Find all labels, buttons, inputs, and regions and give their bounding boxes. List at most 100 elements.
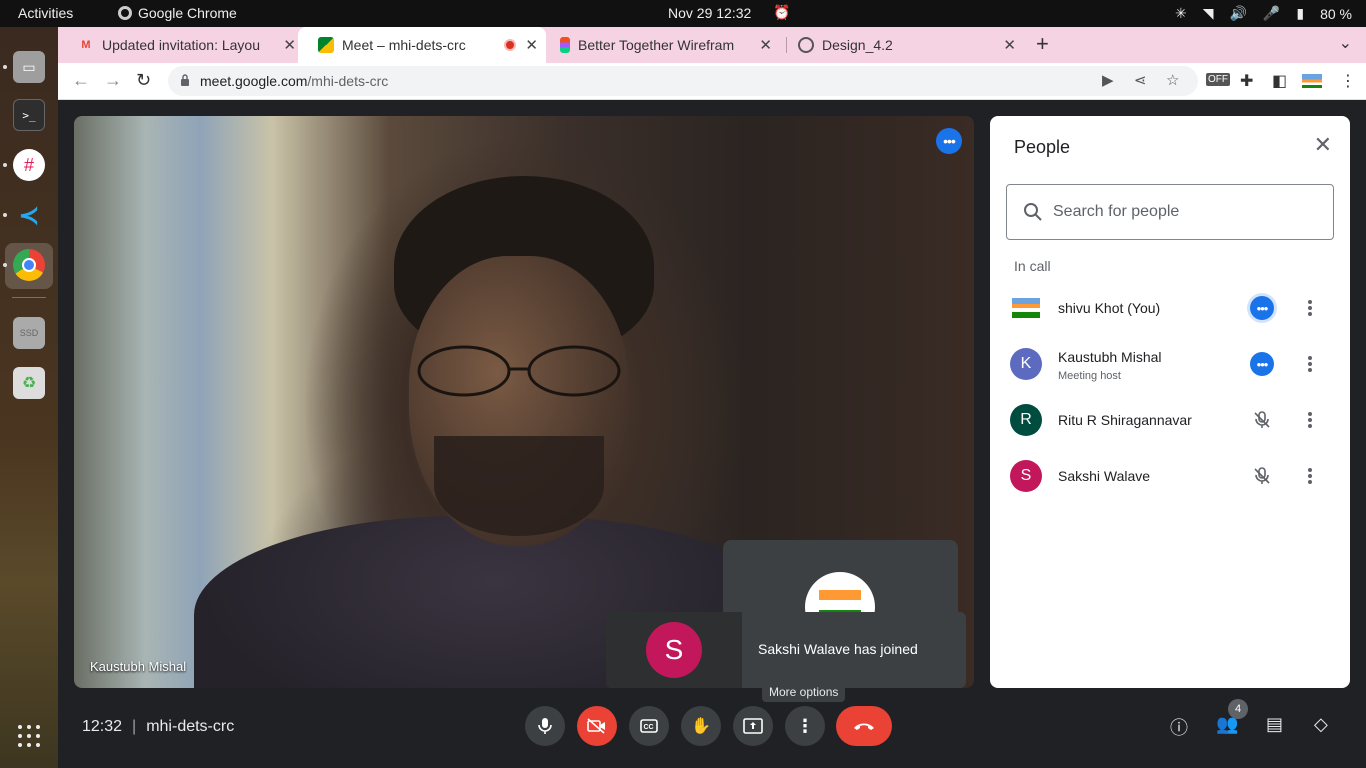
captions-icon: CC	[640, 719, 658, 733]
address-bar[interactable]: meet.google.com/mhi-dets-crc ▶ ⋖ ☆	[168, 66, 1198, 96]
participant-avatar: R	[1010, 404, 1042, 436]
participant-name: Kaustubh Mishal	[1058, 349, 1162, 365]
svg-text:CC: CC	[644, 724, 654, 731]
leave-call-button[interactable]	[836, 706, 892, 746]
tile-more-options-icon[interactable]: •••	[936, 128, 962, 154]
video-person-glasses	[417, 345, 621, 397]
more-options-tooltip: More options	[762, 682, 846, 702]
reload-icon[interactable]: ↻	[136, 70, 151, 91]
tab-figma[interactable]: Better Together Wirefram ✕	[540, 27, 780, 63]
camera-toggle-button[interactable]	[577, 706, 617, 746]
share-icon[interactable]: ⋖	[1134, 71, 1147, 89]
participant-more-icon[interactable]	[1304, 352, 1316, 376]
dock: ▭ >_ # ≺ SSD ♻	[0, 27, 58, 768]
details-divider: |	[132, 718, 137, 735]
meeting-details: 12:32 | mhi-dets-crc	[82, 718, 234, 736]
battery-icon: ▮	[1296, 5, 1305, 21]
camera-off-icon	[587, 718, 605, 734]
close-tab-icon[interactable]: ✕	[759, 36, 772, 54]
activities-button[interactable]: Activities	[18, 5, 73, 21]
notification-message: Sakshi Walave has joined	[758, 641, 918, 657]
app-menu[interactable]: Google Chrome	[118, 5, 237, 21]
close-panel-icon[interactable]: ✕	[1314, 134, 1332, 156]
system-top-bar: Activities Google Chrome Nov 29 12:32 ⏰ …	[0, 0, 1366, 27]
more-vertical-icon: ⋮	[796, 715, 814, 736]
slack-icon[interactable]: #	[13, 149, 45, 181]
participant-avatar: S	[1010, 460, 1042, 492]
raise-hand-button[interactable]: ✋	[681, 706, 721, 746]
dock-separator	[12, 297, 46, 298]
profile-avatar[interactable]	[1302, 74, 1322, 88]
vscode-icon[interactable]: ≺	[13, 199, 45, 231]
participant-row[interactable]: S Sakshi Walave	[990, 448, 1350, 504]
camera-icon[interactable]: ▶	[1102, 71, 1114, 89]
speaking-indicator-icon: •••	[1250, 352, 1274, 376]
url-host: meet.google.com	[200, 73, 308, 89]
side-panel-icon[interactable]: ◧	[1272, 71, 1287, 91]
end-call-icon	[854, 723, 874, 730]
gmail-icon: M	[81, 39, 91, 51]
system-tray[interactable]: ✳ ◥ 🔊 🎤 ▮ 80 %	[1175, 5, 1352, 22]
system-clock[interactable]: Nov 29 12:32	[668, 5, 751, 21]
close-tab-icon[interactable]: ✕	[1003, 36, 1016, 54]
extensions-puzzle-icon[interactable]: ✚	[1240, 71, 1253, 91]
participant-avatar	[1012, 298, 1040, 318]
video-person-beard	[434, 436, 604, 536]
participant-row[interactable]: shivu Khot (You) •••	[990, 280, 1350, 336]
notification-avatar-area: S	[606, 612, 742, 688]
more-options-button[interactable]: ⋮	[785, 706, 825, 746]
app-name: Google Chrome	[138, 5, 237, 21]
chat-icon[interactable]: ▤	[1266, 714, 1283, 735]
activities-shapes-icon[interactable]: ◇	[1314, 714, 1328, 735]
back-arrow-icon[interactable]: ←	[72, 70, 90, 91]
present-screen-button[interactable]	[733, 706, 773, 746]
battery-level: 80 %	[1320, 5, 1352, 22]
participant-more-icon[interactable]	[1304, 464, 1316, 488]
close-tab-icon[interactable]: ✕	[525, 36, 538, 54]
participant-avatar: K	[1010, 348, 1042, 380]
extension-off-icon[interactable]: OFF	[1206, 73, 1230, 86]
microphone-icon	[538, 718, 552, 734]
participant-role: Meeting host	[1058, 370, 1121, 382]
close-tab-icon[interactable]: ✕	[283, 36, 296, 54]
notification-avatar: S	[646, 622, 702, 678]
participant-more-icon[interactable]	[1304, 296, 1316, 320]
participant-name: Sakshi Walave	[1058, 468, 1151, 484]
url-path: /mhi-dets-crc	[307, 73, 389, 89]
mic-icon: 🎤	[1262, 5, 1281, 21]
mic-muted-icon	[1250, 464, 1274, 488]
microphone-button[interactable]	[525, 706, 565, 746]
bookmark-star-icon[interactable]: ☆	[1166, 71, 1179, 89]
show-apps-icon[interactable]	[18, 725, 40, 747]
chrome-icon[interactable]	[13, 249, 45, 281]
meeting-time: 12:32	[82, 718, 123, 735]
participant-row[interactable]: R Ritu R Shiragannavar	[990, 392, 1350, 448]
new-tab-button[interactable]: +	[1036, 31, 1049, 57]
participant-more-icon[interactable]	[1304, 408, 1316, 432]
hand-icon: ✋	[691, 718, 711, 735]
captions-button[interactable]: CC	[629, 706, 669, 746]
tab-design[interactable]: Design_4.2 ✕	[778, 27, 1024, 63]
url-text: meet.google.com/mhi-dets-crc	[200, 73, 388, 89]
meeting-info-icon[interactable]: ⓘ	[1170, 714, 1188, 740]
globe-icon	[798, 37, 814, 53]
recording-indicator-icon	[504, 39, 516, 51]
people-search-box[interactable]	[1006, 184, 1334, 240]
browser-menu-icon[interactable]: ⋮	[1340, 71, 1356, 91]
tab-meet[interactable]: Meet – mhi-dets-crc ✕	[298, 27, 546, 63]
terminal-icon[interactable]: >_	[13, 99, 45, 131]
speaking-indicator-icon: •••	[1250, 296, 1274, 320]
trash-icon[interactable]: ♻	[13, 367, 45, 399]
people-search-input[interactable]	[1053, 199, 1323, 225]
forward-arrow-icon[interactable]: →	[104, 70, 122, 91]
participant-row[interactable]: K Kaustubh Mishal Meeting host •••	[990, 336, 1350, 392]
tab-strip: M Updated invitation: Layou ✕ Meet – mhi…	[58, 27, 1366, 63]
chrome-app-icon	[118, 6, 132, 20]
files-icon[interactable]: ▭	[13, 51, 45, 83]
participant-name: shivu Khot (You)	[1058, 300, 1161, 316]
tab-gmail[interactable]: M Updated invitation: Layou ✕	[58, 27, 304, 63]
speaker-name-label: Kaustubh Mishal	[90, 659, 187, 674]
tab-search-chevron-icon[interactable]: ⌄	[1339, 33, 1352, 53]
ssd-drive-icon[interactable]: SSD	[13, 317, 45, 349]
dock-running-indicator	[3, 263, 7, 267]
